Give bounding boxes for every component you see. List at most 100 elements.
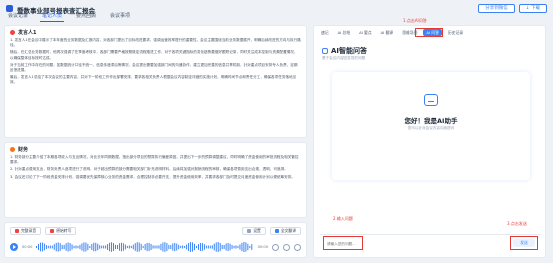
waveform-bar <box>62 244 64 250</box>
waveform-bar <box>225 243 227 251</box>
question-input[interactable] <box>327 239 477 248</box>
waveform-bar <box>222 244 224 250</box>
translate-label: 全文翻译 <box>280 227 296 233</box>
waveform-bar <box>79 244 81 250</box>
waveform-bar <box>105 245 107 249</box>
waveform-bar <box>227 243 229 251</box>
waveform-bar <box>133 244 135 250</box>
waveform-bar <box>58 242 60 252</box>
waveform-bar <box>231 245 233 249</box>
tab-ai-points[interactable]: AI 要点 <box>356 29 375 36</box>
section-1-header: 发言人1 <box>10 29 301 36</box>
play-button[interactable] <box>10 243 18 251</box>
waveform-bar <box>101 245 103 249</box>
speed-icon[interactable] <box>294 243 301 251</box>
waveform-bar <box>180 245 182 249</box>
waveform-bar <box>160 243 162 251</box>
welcome-subtitle: 您可以针对会议内容向我提问 <box>407 126 455 130</box>
waveform-bar <box>143 245 145 249</box>
waveform-bar <box>95 242 97 252</box>
waveform-bar <box>52 245 54 249</box>
waveform-bar <box>190 242 192 252</box>
finance-icon <box>10 147 15 152</box>
chat-icon <box>322 48 328 54</box>
ai-subtitle: 基于会议内容回答您的问题 <box>322 56 366 60</box>
waveform-bar <box>129 245 131 249</box>
waveform-bar <box>220 242 222 252</box>
tab-key-points[interactable]: 要点回顾 <box>74 12 98 22</box>
player-toolbar: 完整录音 原始转写 设置 全文翻译 <box>10 226 301 235</box>
waveform-bar <box>64 244 66 250</box>
paragraph: 对于当前工作中存在的问题，如数据统计口径不统一、信息传递滞后等情况，会议提出需要… <box>10 62 298 73</box>
waveform-bar <box>36 246 38 248</box>
tab-meeting-items[interactable]: 会议事项 <box>108 12 132 22</box>
waveform-bar <box>249 245 251 249</box>
waveform-bar <box>210 245 212 249</box>
tab-ai-summary[interactable]: AI 总结 <box>335 29 354 36</box>
loop-icon[interactable] <box>272 243 279 251</box>
waveform-bar <box>194 243 196 251</box>
waveform-bar <box>109 242 111 252</box>
gear-icon <box>247 228 252 233</box>
share-button[interactable]: 分享到微信 <box>478 4 515 13</box>
tab-history[interactable]: 历史记录 <box>445 29 466 36</box>
waveform-bar <box>200 243 202 251</box>
waveform-bar <box>174 242 176 252</box>
settings-button[interactable]: 设置 <box>242 226 266 235</box>
waveform-bar <box>224 245 225 249</box>
paragraph: 3. 会议还讨论了下一阶段资金安排计划，强调要优先保障核心业务的资金需求，合理控… <box>10 174 295 179</box>
full-recording-button[interactable]: 完整录音 <box>10 226 42 235</box>
waveform-bar <box>56 242 58 252</box>
waveform-bar <box>73 245 75 249</box>
tab-shorthand[interactable]: 速记 <box>318 29 332 36</box>
pause-icon[interactable] <box>283 243 290 251</box>
section-1-title: 发言人1 <box>18 30 37 36</box>
waveform-bar <box>97 243 99 251</box>
tab-ai-translate[interactable]: AI 翻译 <box>378 29 397 36</box>
waveform-bar <box>239 244 241 250</box>
app-logo-icon <box>6 5 13 12</box>
section-2-header: 财务 <box>10 146 301 153</box>
speaker-avatar-icon <box>10 30 15 35</box>
waveform-bar <box>164 242 166 252</box>
waveform-bar <box>202 243 204 251</box>
waveform-bar <box>85 242 87 252</box>
tab-note-people[interactable]: 笔记人员 <box>40 12 65 22</box>
full-recording-label: 完整录音 <box>21 227 37 233</box>
download-button[interactable]: ↓ 下载 <box>518 4 547 13</box>
audio-player: 完整录音 原始转写 设置 全文翻译 00:00 00:00 <box>4 222 307 258</box>
paragraph: 1. 财务部分主要介绍了本期各项收入与支出情况，对比去年同期数据，指出部分项目的… <box>10 155 299 165</box>
waveform[interactable] <box>36 240 253 254</box>
document-icon <box>50 228 55 233</box>
section-2-title: 财务 <box>18 147 29 153</box>
send-button[interactable]: 发送 <box>513 239 535 247</box>
waveform-bar <box>172 243 174 251</box>
waveform-bar <box>196 245 198 249</box>
waveform-bar <box>99 245 101 249</box>
waveform-bar <box>123 243 125 251</box>
translate-icon <box>274 228 279 233</box>
waveform-bar <box>229 243 231 251</box>
playback-row: 00:00 00:00 <box>10 239 301 255</box>
waveform-bar <box>206 245 208 249</box>
waveform-bar <box>192 242 194 252</box>
annotation-step-1: 1.点击AI问答 <box>403 18 427 23</box>
record-icon <box>15 228 19 233</box>
translate-button[interactable]: 全文翻译 <box>269 226 301 235</box>
paragraph: 随后，在汇总业务数据时，他再次强调了在季度考核中，各部门需要严格按照既定流程推进… <box>10 50 298 60</box>
paragraph: 最后，发言人1总结了本次会议的主要内容，并对下一阶段工作作出部署安排，要求各相关… <box>10 75 297 85</box>
waveform-bar <box>216 242 218 252</box>
waveform-bar <box>54 244 56 250</box>
waveform-bar <box>247 243 249 251</box>
raw-transcript-button[interactable]: 原始转写 <box>45 226 77 235</box>
paragraph: 2. 针对重点费用支出，财务负责人逐项进行了说明，对于超出预算的部分需要相关部门… <box>10 167 288 172</box>
main-tabs: 会议记录 笔记人员 要点回顾 会议事项 <box>6 12 132 22</box>
waveform-bar <box>111 242 113 252</box>
ai-title-text: AI智能问答 <box>331 47 368 55</box>
waveform-bar <box>208 245 210 249</box>
transcript-panel: 发言人1 1. 发言人1在会议中展示了本年度的业务数据及汇报内容，对各部门提出了… <box>4 25 307 258</box>
tab-meeting-record[interactable]: 会议记录 <box>6 12 30 22</box>
waveform-bar <box>188 243 190 251</box>
waveform-bar <box>178 244 180 250</box>
waveform-bar <box>141 243 143 251</box>
